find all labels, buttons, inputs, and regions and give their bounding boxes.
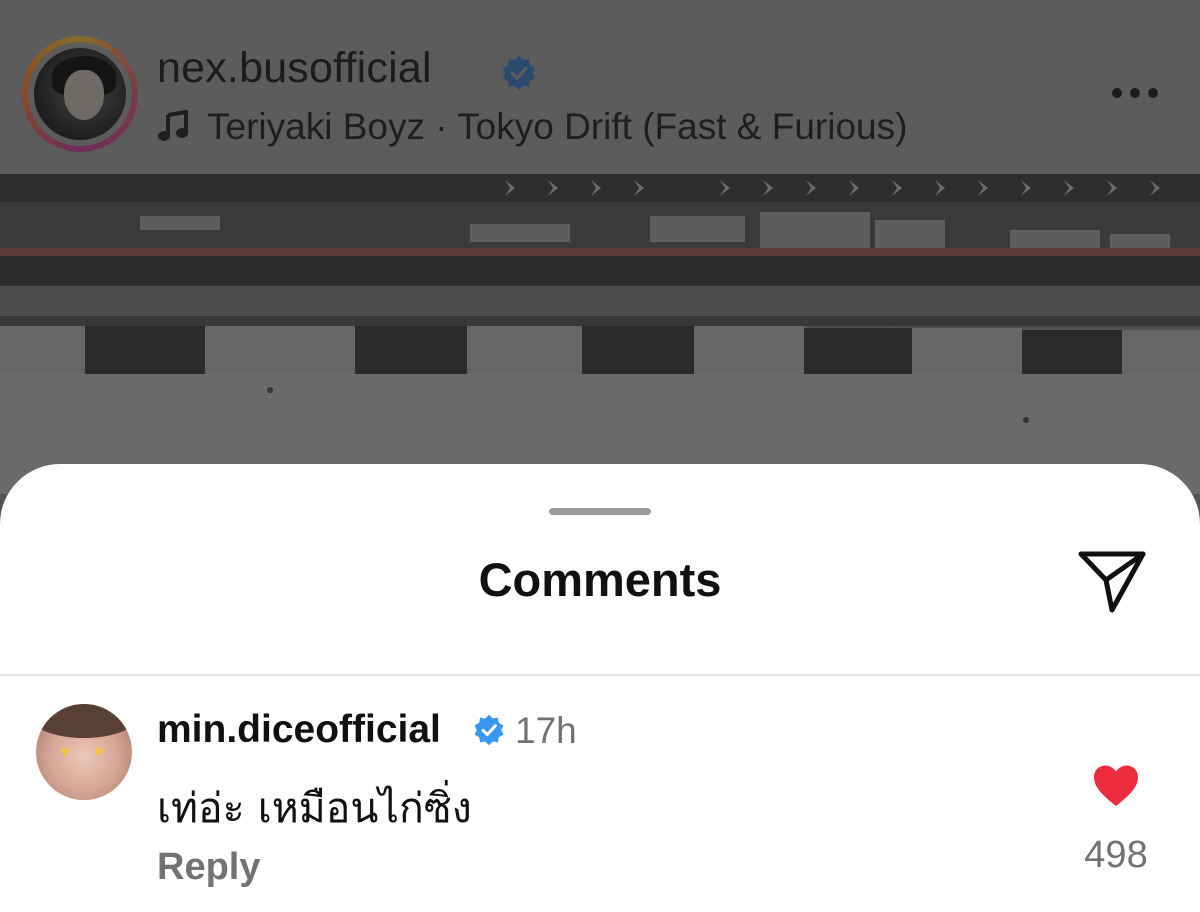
post-image (0, 174, 1200, 494)
verified-badge-icon (502, 55, 536, 91)
commenter-username[interactable]: min.diceofficial (157, 708, 441, 752)
like-count: 498 (1084, 834, 1148, 876)
more-options-icon[interactable] (1110, 86, 1160, 100)
music-note-icon (158, 110, 188, 141)
heart-icon[interactable] (1092, 764, 1140, 808)
share-send-icon[interactable] (1076, 548, 1148, 614)
post-author-avatar[interactable] (22, 36, 138, 152)
race-track-photo (0, 174, 1200, 494)
comment-timestamp: 17h (515, 710, 577, 751)
post-audio-link[interactable]: Teriyaki Boyz · Tokyo Drift (Fast & Furi… (157, 106, 907, 148)
comments-sheet: Comments ♥ ♥ min.diceofficial 17h เท่อ่ะ… (0, 464, 1200, 912)
verified-badge-icon (474, 714, 504, 746)
divider (0, 674, 1200, 676)
commenter-avatar[interactable]: ♥ ♥ (36, 704, 132, 800)
post-audio-title: Teriyaki Boyz · Tokyo Drift (Fast & Furi… (207, 106, 908, 147)
comment-text: เท่อ่ะ เหมือนไก่ซิ่ง (157, 784, 472, 832)
comments-title: Comments (478, 553, 722, 606)
post-header: nex.busofficial Teriyaki Boyz · Tokyo Dr… (0, 0, 1200, 174)
reply-button[interactable]: Reply (157, 846, 260, 889)
post-author-username[interactable]: nex.busofficial (157, 44, 432, 93)
sheet-drag-handle[interactable] (549, 508, 651, 515)
